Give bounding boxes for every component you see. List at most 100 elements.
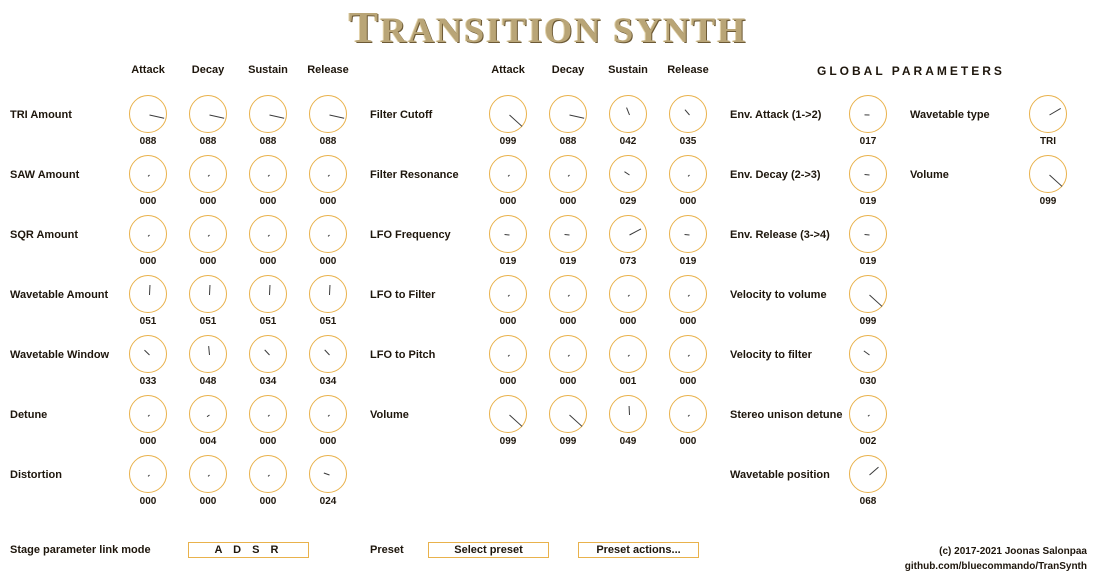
knob-indicator xyxy=(323,348,330,355)
knob-indicator xyxy=(267,174,270,177)
param-knob[interactable] xyxy=(489,335,527,373)
knob-indicator xyxy=(323,472,330,475)
preset-select[interactable]: Select preset xyxy=(428,542,549,558)
param-knob[interactable] xyxy=(549,335,587,373)
knob-value: 051 xyxy=(319,316,337,327)
param-knob[interactable] xyxy=(249,335,287,373)
global-param-knob[interactable] xyxy=(849,215,887,253)
global-param-knob[interactable] xyxy=(849,275,887,313)
param-knob[interactable] xyxy=(489,95,527,133)
global-param-label: Wavetable type xyxy=(910,109,990,121)
global-param-knob[interactable] xyxy=(849,95,887,133)
param-knob[interactable] xyxy=(189,215,227,253)
global-param-knob[interactable] xyxy=(849,395,887,433)
knob-indicator xyxy=(564,233,570,235)
global-param-knob[interactable] xyxy=(849,155,887,193)
knob-indicator xyxy=(687,294,690,297)
preset-actions-button[interactable]: Preset actions... xyxy=(578,542,699,558)
knob-indicator xyxy=(864,173,870,175)
param-knob[interactable] xyxy=(669,395,707,433)
param-knob[interactable] xyxy=(129,335,167,373)
param-knob[interactable] xyxy=(669,215,707,253)
global-param-knob[interactable] xyxy=(1029,95,1067,133)
param-knob[interactable] xyxy=(489,275,527,313)
param-knob[interactable] xyxy=(249,155,287,193)
param-knob[interactable] xyxy=(309,335,347,373)
param-knob[interactable] xyxy=(189,455,227,493)
param-knob[interactable] xyxy=(129,455,167,493)
param-knob[interactable] xyxy=(189,395,227,433)
knob-value: 019 xyxy=(559,256,577,267)
knob-indicator xyxy=(207,345,210,355)
param-knob[interactable] xyxy=(249,395,287,433)
param-knob[interactable] xyxy=(189,155,227,193)
param-knob[interactable] xyxy=(609,275,647,313)
param-knob[interactable] xyxy=(549,155,587,193)
param-knob[interactable] xyxy=(249,455,287,493)
knob-indicator xyxy=(623,170,630,175)
param-knob[interactable] xyxy=(609,95,647,133)
param-knob[interactable] xyxy=(129,395,167,433)
param-knob[interactable] xyxy=(129,95,167,133)
param-knob[interactable] xyxy=(189,275,227,313)
param-knob[interactable] xyxy=(309,215,347,253)
knob-value: 000 xyxy=(679,436,697,447)
param-knob[interactable] xyxy=(609,395,647,433)
param-knob[interactable] xyxy=(129,155,167,193)
param-knob[interactable] xyxy=(309,455,347,493)
param-knob[interactable] xyxy=(249,95,287,133)
global-param-knob[interactable] xyxy=(1029,155,1067,193)
knob-value: 000 xyxy=(199,256,217,267)
global-param-knob[interactable] xyxy=(849,335,887,373)
knob-value: 099 xyxy=(499,136,517,147)
knob-value: 000 xyxy=(619,316,637,327)
param-knob[interactable] xyxy=(309,275,347,313)
knob-indicator xyxy=(507,174,510,177)
param-knob[interactable] xyxy=(249,275,287,313)
global-param-knob[interactable] xyxy=(849,455,887,493)
knob-indicator xyxy=(147,474,150,477)
knob-indicator xyxy=(507,354,510,357)
param-knob[interactable] xyxy=(669,95,707,133)
param-knob[interactable] xyxy=(609,215,647,253)
knob-indicator xyxy=(628,405,630,415)
knob-indicator xyxy=(327,414,330,417)
param-knob[interactable] xyxy=(609,155,647,193)
link-mode-button[interactable]: A D S R xyxy=(188,542,309,558)
param-label: TRI Amount xyxy=(10,109,72,121)
param-knob[interactable] xyxy=(249,215,287,253)
knob-value: 034 xyxy=(319,376,337,387)
param-knob[interactable] xyxy=(609,335,647,373)
knob-value: 000 xyxy=(139,436,157,447)
param-knob[interactable] xyxy=(189,95,227,133)
knob-value: 000 xyxy=(259,256,277,267)
param-knob[interactable] xyxy=(309,155,347,193)
knob-value: 034 xyxy=(259,376,277,387)
param-knob[interactable] xyxy=(549,95,587,133)
param-knob[interactable] xyxy=(489,395,527,433)
param-knob[interactable] xyxy=(309,395,347,433)
param-knob[interactable] xyxy=(549,215,587,253)
param-knob[interactable] xyxy=(129,215,167,253)
knob-value: 019 xyxy=(499,256,517,267)
knob-indicator xyxy=(687,174,690,177)
knob-value: 051 xyxy=(199,316,217,327)
param-knob[interactable] xyxy=(489,215,527,253)
param-knob[interactable] xyxy=(489,155,527,193)
param-knob[interactable] xyxy=(669,155,707,193)
param-knob[interactable] xyxy=(549,395,587,433)
param-label: Detune xyxy=(10,409,48,421)
param-knob[interactable] xyxy=(549,275,587,313)
knob-value: 024 xyxy=(319,496,337,507)
knob-value: 000 xyxy=(259,196,277,207)
knob-value: 099 xyxy=(1039,196,1057,207)
param-knob[interactable] xyxy=(669,335,707,373)
param-knob[interactable] xyxy=(309,95,347,133)
knob-value: 002 xyxy=(859,436,877,447)
param-knob[interactable] xyxy=(189,335,227,373)
param-knob[interactable] xyxy=(129,275,167,313)
param-knob[interactable] xyxy=(669,275,707,313)
knob-indicator xyxy=(148,114,164,119)
repository-link[interactable]: github.com/bluecommando/TranSynth xyxy=(905,559,1087,574)
knob-indicator xyxy=(1048,174,1062,187)
